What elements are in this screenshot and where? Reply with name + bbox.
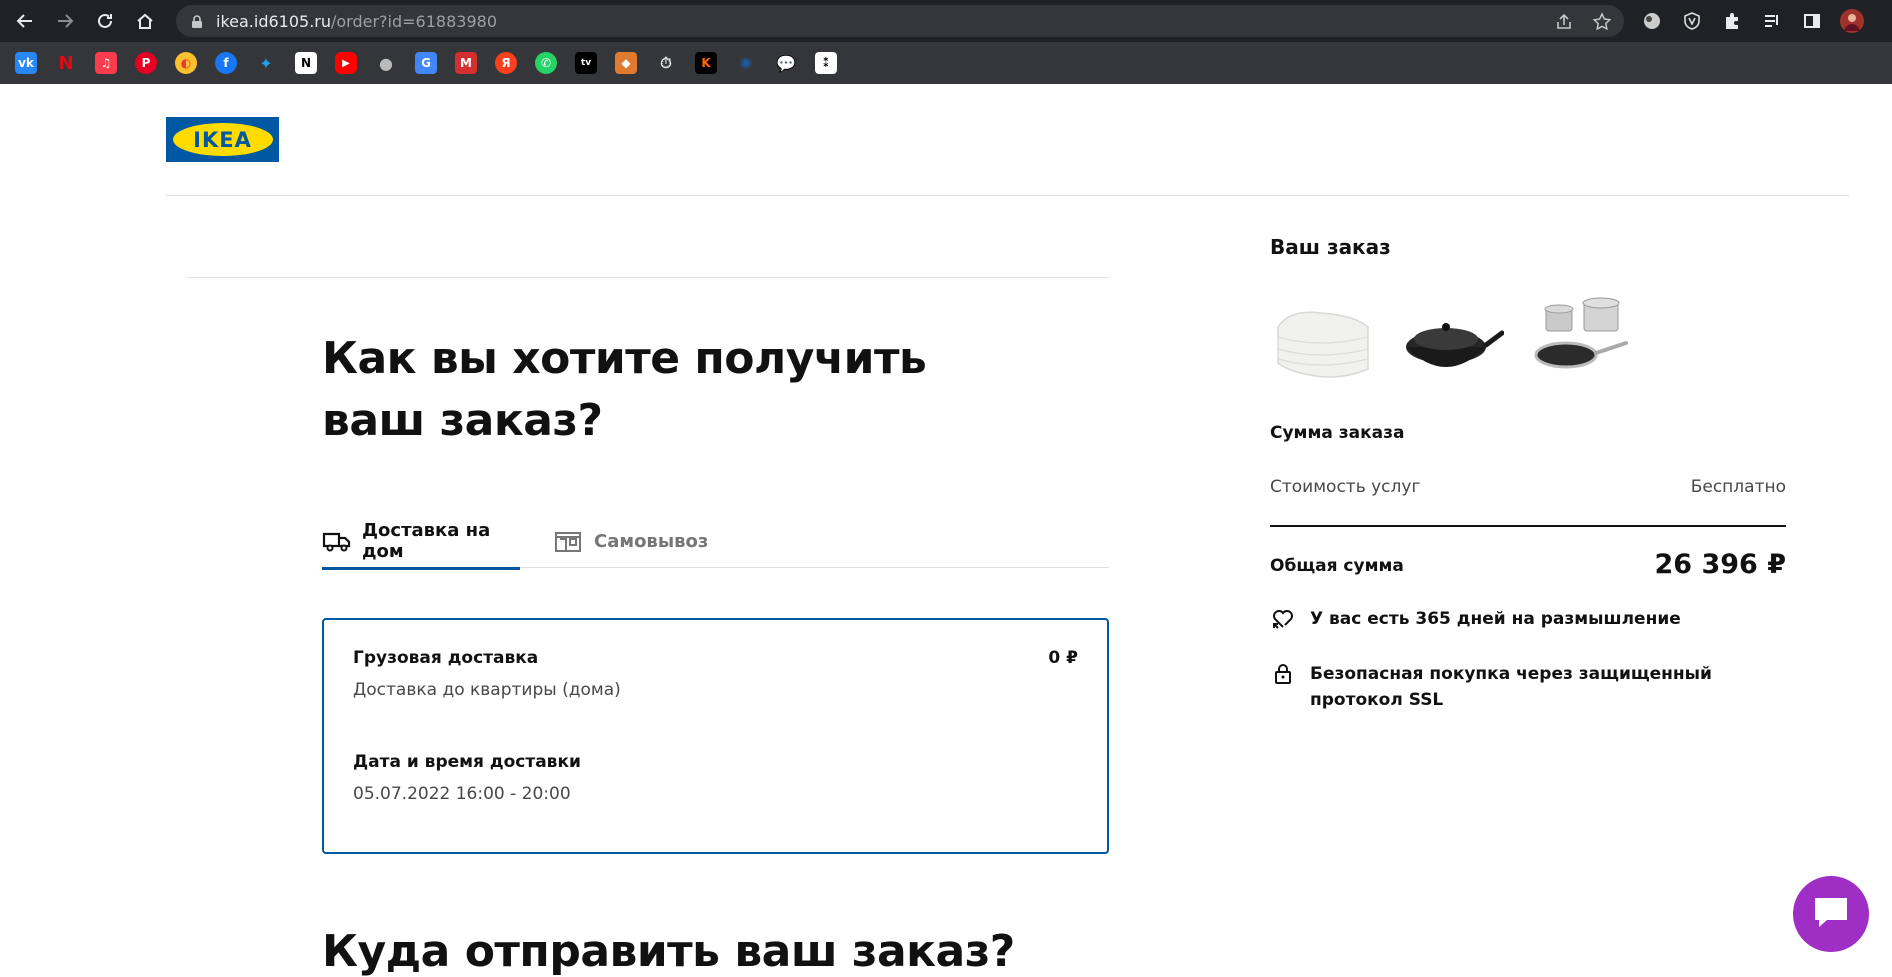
lock-icon xyxy=(1270,661,1296,687)
share-icon[interactable] xyxy=(1554,12,1574,32)
summary-divider xyxy=(1270,525,1786,527)
tab-home-delivery[interactable]: Доставка на дом xyxy=(322,514,520,570)
chat-bubble-icon xyxy=(1811,894,1851,934)
extension-puzzle-ball-icon[interactable] xyxy=(1640,9,1664,33)
service-cost-value: Бесплатно xyxy=(1690,477,1786,497)
url-text: ikea.id6105.ru/order?id=61883980 xyxy=(216,12,497,31)
ssl-text: Безопасная покупка через защищенный прот… xyxy=(1310,664,1712,710)
header-divider xyxy=(166,195,1849,196)
yandex-icon[interactable]: Я xyxy=(495,52,517,74)
bookmark-blue-icon[interactable]: ✺ xyxy=(735,52,757,74)
tab-home-delivery-label: Доставка на дом xyxy=(362,519,491,562)
section-divider xyxy=(187,277,1109,278)
page-content: IKEA Как вы хотите получить ваш заказ? Д… xyxy=(0,84,1892,977)
delivery-date-title: Дата и время доставки xyxy=(353,752,581,772)
delivery-option-price: 0 ₽ xyxy=(1048,648,1078,668)
whatsapp-icon[interactable]: ✆ xyxy=(535,52,557,74)
return-policy-feature: У вас есть 365 дней на размышление xyxy=(1270,606,1800,632)
return-policy-text: У вас есть 365 дней на размышление xyxy=(1310,609,1681,629)
logo-text: IKEA xyxy=(193,127,252,152)
forward-arrow-icon[interactable] xyxy=(52,8,78,34)
gmail-icon[interactable]: M xyxy=(455,52,477,74)
browser-toolbar: ikea.id6105.ru/order?id=61883980 xyxy=(0,0,1892,42)
ssl-feature: Безопасная покупка через защищенный прот… xyxy=(1270,661,1800,713)
delivery-tabs: Доставка на дом Самовывоз xyxy=(322,514,1109,570)
side-panel-icon[interactable] xyxy=(1800,9,1824,33)
service-cost-label: Стоимость услуг xyxy=(1270,477,1421,497)
back-arrow-icon[interactable] xyxy=(12,8,38,34)
next-section-title: Куда отправить ваш заказ? xyxy=(322,926,1015,977)
bookmarks-bar: vk N ♫ P ◐ f ✦ N ▶ ● G M Я ✆ tv ◆ ⏱ K ✺ … xyxy=(0,42,1892,84)
extensions-puzzle-icon[interactable] xyxy=(1720,9,1744,33)
apple-tv-icon[interactable]: tv xyxy=(575,52,597,74)
notion-icon[interactable]: N xyxy=(295,52,317,74)
address-bar[interactable]: ikea.id6105.ru/order?id=61883980 xyxy=(176,5,1624,37)
pinterest-icon[interactable]: P xyxy=(135,52,157,74)
shield-icon[interactable] xyxy=(1680,9,1704,33)
reload-icon[interactable] xyxy=(92,8,118,34)
reading-list-icon[interactable] xyxy=(1760,9,1784,33)
tab-pickup-label: Самовывоз xyxy=(594,530,709,552)
product-thumb-duvet[interactable] xyxy=(1270,287,1376,393)
product-thumb-wok[interactable] xyxy=(1398,287,1505,393)
product-thumb-cookware[interactable] xyxy=(1526,287,1632,393)
yandex-eats-icon[interactable]: ◐ xyxy=(175,52,197,74)
delivery-option-subtitle: Доставка до квартиры (дома) xyxy=(353,680,621,700)
kinopoisk-icon[interactable]: K xyxy=(695,52,717,74)
youtube-icon[interactable]: ▶ xyxy=(335,52,357,74)
lock-icon xyxy=(190,14,204,33)
facebook-icon[interactable]: f xyxy=(215,52,237,74)
vk-icon[interactable]: vk xyxy=(15,52,37,74)
apple-icon[interactable]: ● xyxy=(375,52,397,74)
tab-pickup[interactable]: Самовывоз xyxy=(554,514,708,568)
delivery-date-value: 05.07.2022 16:00 - 20:00 xyxy=(353,784,571,804)
chat-bubble-icon[interactable]: 💬 xyxy=(775,52,797,74)
translate-icon[interactable]: G xyxy=(415,52,437,74)
netflix-icon[interactable]: N xyxy=(55,52,77,74)
bookmark-orange-icon[interactable]: ◆ xyxy=(615,52,637,74)
twitter-icon[interactable]: ✦ xyxy=(255,52,277,74)
star-icon[interactable] xyxy=(1592,12,1612,32)
timer-icon[interactable]: ⏱ xyxy=(655,52,677,74)
ikea-logo[interactable]: IKEA xyxy=(166,117,279,162)
figma-icon[interactable]: ⁑ xyxy=(815,52,837,74)
home-icon[interactable] xyxy=(132,8,158,34)
delivery-option-title: Грузовая доставка xyxy=(353,648,539,668)
total-label: Общая сумма xyxy=(1270,556,1404,576)
total-value: 26 396 ₽ xyxy=(1654,549,1786,580)
order-summary-title: Ваш заказ xyxy=(1270,235,1391,259)
store-icon xyxy=(554,529,584,553)
delivery-option-card[interactable]: Грузовая доставка 0 ₽ Доставка до кварти… xyxy=(322,618,1109,854)
order-sum-label: Сумма заказа xyxy=(1270,423,1405,443)
truck-icon xyxy=(322,529,352,553)
page-title: Как вы хотите получить ваш заказ? xyxy=(322,333,927,446)
return-heart-icon xyxy=(1270,606,1296,632)
profile-avatar[interactable] xyxy=(1840,9,1864,33)
music-icon[interactable]: ♫ xyxy=(95,52,117,74)
chat-widget-button[interactable] xyxy=(1793,876,1869,952)
